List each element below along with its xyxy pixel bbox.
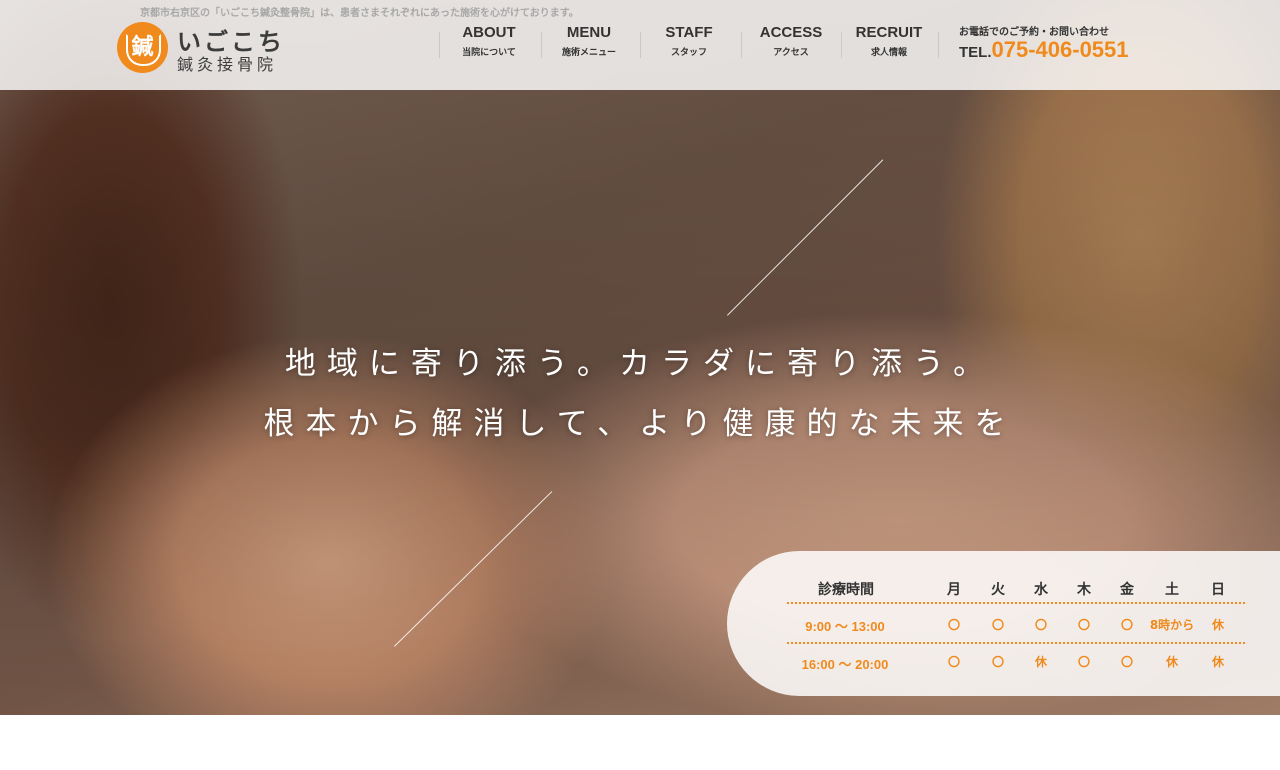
- tel-label: お電話でのご予約・お問い合わせ: [959, 27, 1109, 38]
- nav-label-en: STAFF: [665, 24, 713, 41]
- header-tagline: 京都市右京区の「いごこち鍼灸整骨院」は、患者さまそれぞれにあった施術を心がけてお…: [140, 8, 579, 19]
- nav-label-en: MENU: [566, 24, 612, 41]
- nav-item-access[interactable]: ACCESS アクセス: [741, 24, 841, 58]
- nav-separator: [938, 32, 939, 58]
- hours-divider: [787, 602, 1245, 604]
- hours-title: 診療時間: [818, 582, 874, 598]
- tel-link[interactable]: TEL.075-406-0551: [959, 37, 1129, 63]
- nav-item-recruit[interactable]: RECRUIT 求人情報: [839, 24, 939, 58]
- nav-item-about[interactable]: ABOUT 当院について: [439, 24, 539, 58]
- hours-day-sun: 日: [1211, 582, 1225, 598]
- hours-row-2-time: 16:00 〜 20:00: [801, 657, 889, 672]
- nav-label-en: ACCESS: [759, 24, 823, 41]
- hours-row-1-time: 9:00 〜 13:00: [805, 619, 885, 634]
- nav-label-ja: 求人情報: [870, 48, 907, 58]
- logo-mark-glyph: 鍼: [131, 35, 154, 60]
- nav-label-ja: アクセス: [773, 48, 809, 58]
- hours-divider: [787, 642, 1245, 644]
- hours-row-1-sun: 休: [1211, 618, 1224, 632]
- hero-copy-line-2: 根本から解消して、より健康的な未来を: [263, 406, 1017, 442]
- nav-label-ja: スタッフ: [670, 48, 707, 58]
- nav-label-en: ABOUT: [462, 24, 516, 41]
- nav-item-menu[interactable]: MENU 施術メニュー: [539, 24, 639, 58]
- nav-label-ja: 施術メニュー: [561, 48, 616, 58]
- tel-number: 075-406-0551: [991, 37, 1129, 62]
- nav-label-ja: 当院について: [462, 48, 516, 58]
- hero-copy-line-1: 地域に寄り添う。カラダに寄り添う。: [284, 346, 996, 382]
- tel-prefix: TEL.: [959, 44, 992, 61]
- nav-item-staff[interactable]: STAFF スタッフ: [639, 24, 739, 58]
- hours-row-2-sun: 休: [1211, 655, 1224, 669]
- logo-mark-icon[interactable]: 鍼: [117, 22, 168, 73]
- site-header: 京都市右京区の「いごこち鍼灸整骨院」は、患者さまそれぞれにあった施術を心がけてお…: [0, 0, 1280, 90]
- logo-subtitle: 鍼灸接骨院: [177, 55, 278, 74]
- nav-label-en: RECRUIT: [855, 24, 923, 41]
